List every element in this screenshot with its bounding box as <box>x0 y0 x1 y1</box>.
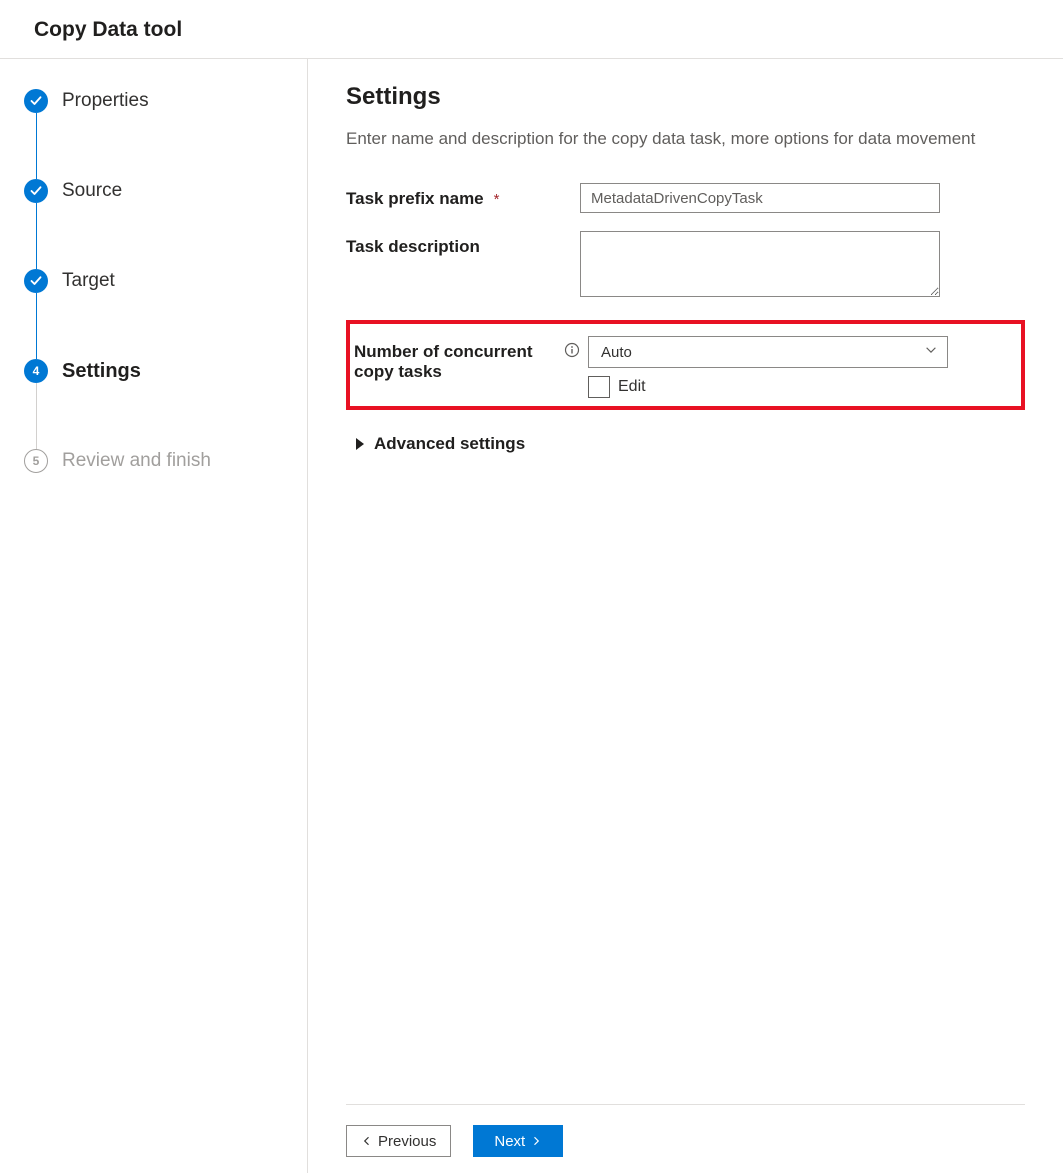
step-settings[interactable]: 4 Settings <box>24 359 287 383</box>
concurrent-tasks-select[interactable]: Auto <box>588 336 948 368</box>
previous-button[interactable]: Previous <box>346 1125 451 1157</box>
task-description-label: Task description <box>346 237 480 257</box>
step-number-icon: 5 <box>24 449 48 473</box>
step-properties[interactable]: Properties <box>24 89 287 113</box>
advanced-settings-toggle[interactable]: Advanced settings <box>346 426 1025 454</box>
section-title: Settings <box>346 83 1025 111</box>
step-number-icon: 4 <box>24 359 48 383</box>
step-label: Source <box>62 180 122 202</box>
step-target[interactable]: Target <box>24 269 287 293</box>
task-prefix-label: Task prefix name <box>346 189 484 209</box>
highlighted-section: Number of concurrent copy tasks Auto <box>346 320 1025 410</box>
step-source[interactable]: Source <box>24 179 287 203</box>
step-label: Settings <box>62 360 141 383</box>
next-button[interactable]: Next <box>473 1125 563 1157</box>
page-title: Copy Data tool <box>34 18 1029 42</box>
wizard-footer: Previous Next <box>346 1104 1025 1157</box>
concurrent-tasks-label: Number of concurrent copy tasks <box>354 342 534 382</box>
checkmark-icon <box>24 269 48 293</box>
section-subtitle: Enter name and description for the copy … <box>346 129 1025 149</box>
wizard-sidebar: Properties Source Target 4 Settings <box>0 59 308 1173</box>
row-task-description: Task description <box>346 231 1025 302</box>
task-description-input[interactable] <box>580 231 940 297</box>
task-prefix-input[interactable] <box>580 183 940 213</box>
page-header: Copy Data tool <box>0 0 1063 59</box>
step-review[interactable]: 5 Review and finish <box>24 449 287 473</box>
step-label: Review and finish <box>62 450 211 472</box>
step-label: Properties <box>62 90 149 112</box>
chevron-right-icon <box>530 1135 542 1147</box>
caret-right-icon <box>356 438 364 450</box>
step-label: Target <box>62 270 115 292</box>
edit-checkbox-label: Edit <box>618 378 646 396</box>
previous-button-label: Previous <box>378 1133 436 1150</box>
checkmark-icon <box>24 89 48 113</box>
chevron-left-icon <box>361 1135 373 1147</box>
required-indicator: * <box>494 191 500 208</box>
main-panel: Settings Enter name and description for … <box>308 59 1063 1173</box>
checkmark-icon <box>24 179 48 203</box>
info-icon[interactable] <box>564 342 580 363</box>
row-task-prefix: Task prefix name * <box>346 183 1025 213</box>
next-button-label: Next <box>494 1133 525 1150</box>
edit-checkbox[interactable] <box>588 376 610 398</box>
advanced-settings-label: Advanced settings <box>374 434 525 454</box>
select-value: Auto <box>601 344 632 361</box>
